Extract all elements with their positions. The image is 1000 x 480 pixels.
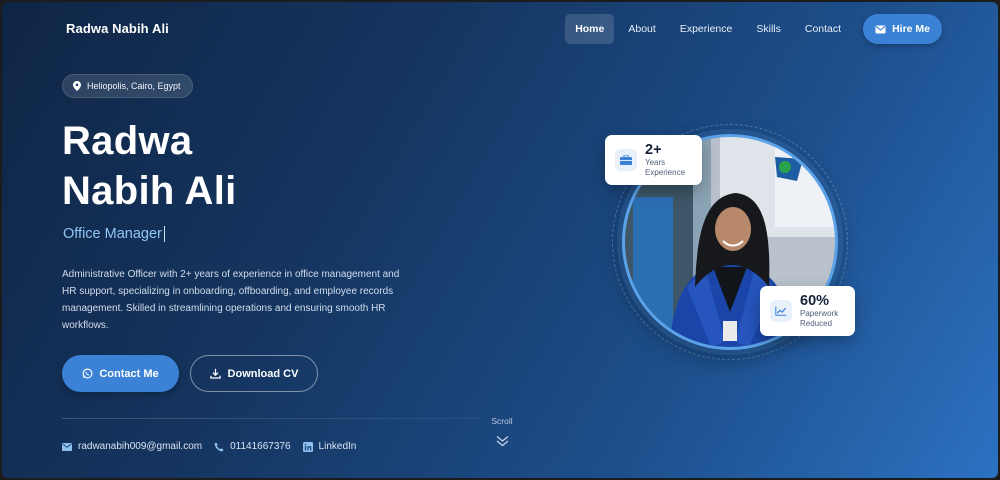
envelope-icon <box>62 442 72 451</box>
whatsapp-icon <box>82 368 93 379</box>
location-text: Heliopolis, Cairo, Egypt <box>87 81 181 91</box>
location-badge: Heliopolis, Cairo, Egypt <box>62 74 193 98</box>
typing-caret <box>163 226 165 242</box>
hire-me-button[interactable]: Hire Me <box>863 14 942 44</box>
linkedin-link[interactable]: LinkedIn <box>302 441 357 452</box>
hero-name-line1: Radwa <box>62 119 193 163</box>
divider <box>62 418 482 419</box>
experience-label-line1: Years <box>645 157 666 167</box>
nav-about[interactable]: About <box>618 14 665 44</box>
role-text: Office Manager <box>63 226 162 242</box>
brand-logo[interactable]: Radwa Nabih Ali <box>66 21 169 36</box>
scroll-indicator[interactable]: Scroll <box>488 416 516 447</box>
nav-home[interactable]: Home <box>565 14 615 44</box>
envelope-icon <box>875 25 886 33</box>
linkedin-text: LinkedIn <box>318 441 357 452</box>
paperwork-label-line1: Paperwork <box>800 308 839 318</box>
map-pin-icon <box>73 81 81 91</box>
double-chevron-down-icon <box>496 435 508 447</box>
experience-label-line2: Experience <box>645 168 686 177</box>
phone-text: 01141667376 <box>230 441 291 452</box>
experience-stat-card: 2+ Years Experience <box>605 135 702 185</box>
download-cv-label: Download CV <box>227 367 299 380</box>
hero-name-line2: Nabih Ali <box>62 169 237 213</box>
paperwork-stat-card: 60% Paperwork Reduced <box>760 286 855 336</box>
contact-me-button[interactable]: Contact Me <box>62 355 179 392</box>
paperwork-value: 60% <box>800 292 830 309</box>
hero-bio: Administrative Officer with 2+ years of … <box>62 269 400 331</box>
nav-skills[interactable]: Skills <box>746 14 791 44</box>
hero-role: Office Manager <box>63 226 165 242</box>
email-text: radwanabih009@gmail.com <box>78 441 203 452</box>
contact-links: radwanabih009@gmail.com 01141667376 Link… <box>62 441 356 452</box>
download-icon <box>209 368 221 379</box>
nav-contact[interactable]: Contact <box>795 14 851 44</box>
scroll-label: Scroll <box>491 416 513 426</box>
linkedin-icon <box>302 441 313 452</box>
phone-link[interactable]: 01141667376 <box>214 441 291 452</box>
nav-experience[interactable]: Experience <box>670 14 743 44</box>
hire-me-label: Hire Me <box>892 23 930 35</box>
phone-icon <box>214 442 224 451</box>
briefcase-icon <box>615 149 637 171</box>
hero-section: Radwa Nabih Ali Home About Experience Sk… <box>2 2 998 478</box>
paperwork-label-line2: Reduced <box>800 319 833 328</box>
download-cv-button[interactable]: Download CV <box>190 355 318 392</box>
experience-value: 2+ <box>645 141 662 158</box>
top-nav: Home About Experience Skills Contact Hir… <box>565 14 942 44</box>
email-link[interactable]: radwanabih009@gmail.com <box>62 441 202 452</box>
hero-name: Radwa Nabih Ali <box>62 116 237 216</box>
contact-me-label: Contact Me <box>99 367 159 380</box>
trending-up-icon <box>770 300 792 322</box>
